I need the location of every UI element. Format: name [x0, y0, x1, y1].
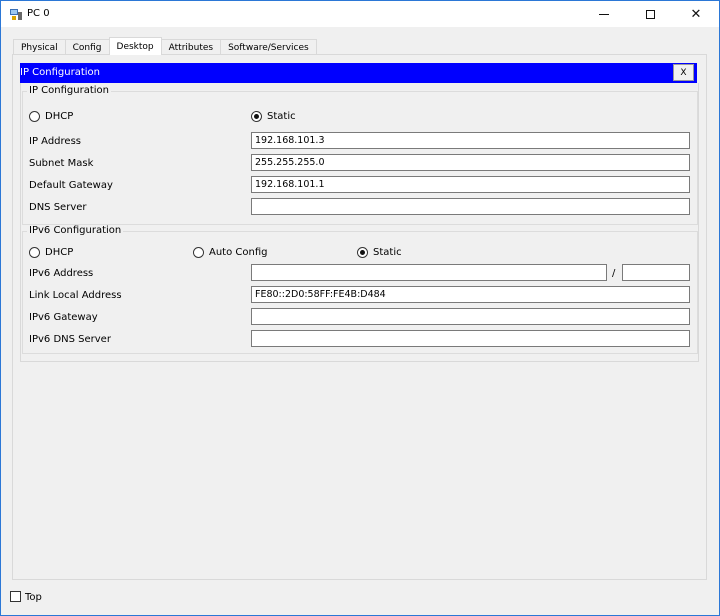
- ipv6-static-radio[interactable]: [357, 247, 368, 258]
- minimize-button[interactable]: [581, 1, 627, 27]
- ipv6-dhcp-label[interactable]: DHCP: [45, 247, 73, 258]
- tab-attributes[interactable]: Attributes: [160, 39, 222, 55]
- minimize-icon: [599, 13, 609, 15]
- ipv4-dhcp-label[interactable]: DHCP: [45, 111, 73, 122]
- ipv6-dhcp-radio[interactable]: [29, 247, 40, 258]
- ipv6-prefix-field[interactable]: [622, 264, 690, 281]
- top-label[interactable]: Top: [25, 592, 42, 603]
- ipv6-gateway-label: IPv6 Gateway: [29, 312, 98, 323]
- ip-address-label: IP Address: [29, 136, 81, 147]
- ipv6-auto-config-radio[interactable]: [193, 247, 204, 258]
- ipv6-config-legend: IPv6 Configuration: [27, 225, 124, 236]
- ipv6-static-label[interactable]: Static: [373, 247, 402, 258]
- ipv6-auto-config-label[interactable]: Auto Config: [209, 247, 267, 258]
- ipv6-gateway-field[interactable]: [251, 308, 690, 325]
- ip-config-title: IP Configuration: [20, 67, 100, 78]
- close-icon: ✕: [690, 6, 702, 22]
- ipv4-config-legend: IP Configuration: [27, 85, 111, 96]
- ipv6-dns-server-label: IPv6 DNS Server: [29, 334, 111, 345]
- title-bar[interactable]: PC 0 ✕: [1, 1, 719, 27]
- tab-physical[interactable]: Physical: [13, 39, 66, 55]
- tab-software-services[interactable]: Software/Services: [220, 39, 317, 55]
- maximize-button[interactable]: [627, 1, 673, 27]
- ipv6-address-field[interactable]: [251, 264, 607, 281]
- ip-config-header: IP Configuration X: [20, 63, 697, 83]
- subnet-mask-field[interactable]: 255.255.255.0: [251, 154, 690, 171]
- top-checkbox[interactable]: [10, 591, 21, 602]
- ip-config-close-button[interactable]: X: [673, 64, 694, 81]
- link-local-address-field[interactable]: FE80::2D0:58FF:FE4B:D484: [251, 286, 690, 303]
- window-title: PC 0: [27, 8, 50, 19]
- ip-address-field[interactable]: 192.168.101.3: [251, 132, 690, 149]
- ipv4-dhcp-radio[interactable]: [29, 111, 40, 122]
- prefix-separator: /: [612, 268, 616, 279]
- default-gateway-label: Default Gateway: [29, 180, 113, 191]
- ipv4-static-label[interactable]: Static: [267, 111, 296, 122]
- tab-desktop[interactable]: Desktop: [108, 37, 162, 55]
- dns-server-field[interactable]: [251, 198, 690, 215]
- close-button[interactable]: ✕: [673, 1, 719, 27]
- link-local-address-label: Link Local Address: [29, 290, 122, 301]
- tab-config[interactable]: Config: [64, 39, 110, 55]
- packet-tracer-app-icon: [10, 9, 22, 20]
- ipv6-dns-server-field[interactable]: [251, 330, 690, 347]
- ipv6-address-label: IPv6 Address: [29, 268, 94, 279]
- subnet-mask-label: Subnet Mask: [29, 158, 94, 169]
- maximize-icon: [645, 9, 655, 19]
- tab-bar: Physical Config Desktop Attributes Softw…: [13, 37, 317, 55]
- default-gateway-field[interactable]: 192.168.101.1: [251, 176, 690, 193]
- dns-server-label: DNS Server: [29, 202, 87, 213]
- ipv4-static-radio[interactable]: [251, 111, 262, 122]
